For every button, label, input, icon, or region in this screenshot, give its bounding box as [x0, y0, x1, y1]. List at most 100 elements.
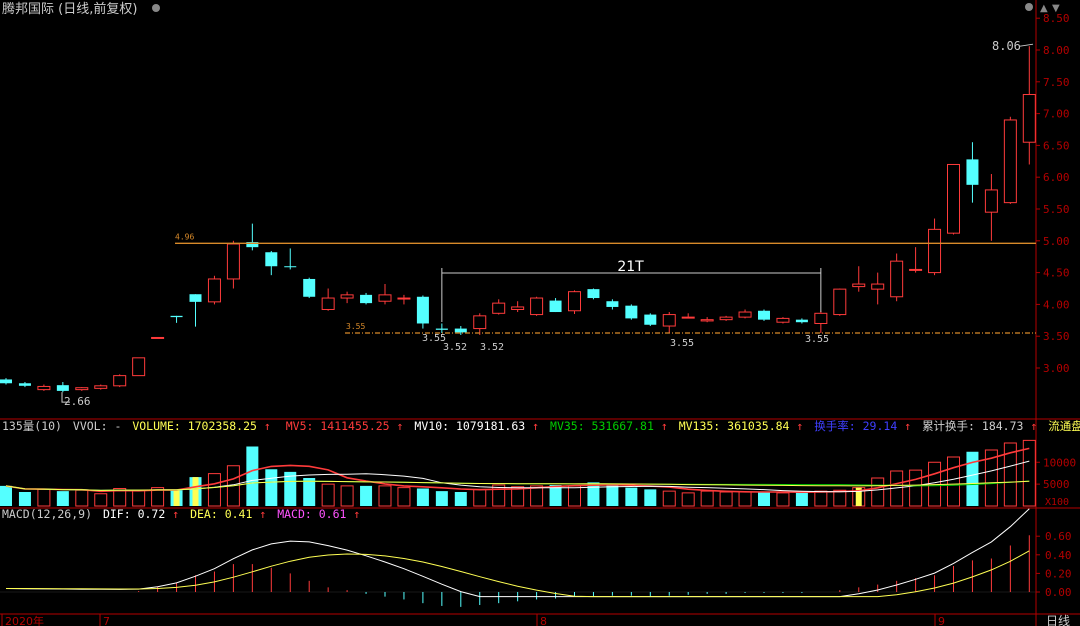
macd-value: MACD: 0.61 [277, 507, 346, 521]
volume-bar-down [795, 492, 808, 506]
candle-body-up [814, 312, 828, 324]
volume-bar-up [321, 483, 335, 507]
max-price-label: 8.06 [992, 39, 1021, 53]
volume-bar-down [625, 487, 638, 506]
macd-axis: 0.00 0.20 0.40 0.60 [1036, 530, 1072, 599]
mv135-value: MV135: 361035.84 [679, 419, 790, 433]
max-price-pointer [1019, 43, 1034, 47]
candle-body-up [75, 387, 89, 391]
volume-bar-up [681, 492, 695, 507]
chart-title: 腾邦国际 (日线,前复权) [2, 1, 137, 17]
candle-body-down [758, 310, 770, 320]
candle-body-up [132, 357, 146, 377]
volume-bar-down [644, 489, 657, 506]
price-tick-label: 3.50 [1043, 330, 1070, 343]
candle-body-down [18, 383, 31, 386]
candle-body-up [151, 336, 165, 339]
volume-bar-up [207, 473, 221, 507]
min-price-label: 2.66 [64, 395, 91, 408]
macd-dea-line [6, 550, 1030, 598]
volume-bar-down [303, 478, 316, 506]
volume-marker-bar [192, 477, 199, 506]
macd-name: MACD(12,26,9) [2, 507, 92, 521]
volume-bar-up [1022, 439, 1036, 507]
up-arrow-icon: ↑ [397, 419, 404, 433]
volume-bar-down [56, 491, 69, 506]
dif-value: DIF: 0.72 [103, 507, 165, 521]
candle-body-down [56, 385, 69, 391]
period-label: 日线 [1046, 614, 1070, 626]
volume-bars [0, 439, 1036, 507]
up-arrow-icon: ↑ [264, 419, 271, 433]
cum-turnover-value: 累计换手: 184.73 [922, 419, 1023, 433]
volume-bar-up [700, 490, 714, 507]
price-tick-label: 6.50 [1043, 139, 1070, 152]
volume-bar-up [662, 490, 676, 507]
volume-tick-label: 10000 [1043, 456, 1076, 469]
mv35-value: MV35: 531667.81 [550, 419, 654, 433]
macd-tick-label: 0.60 [1045, 530, 1072, 543]
up-arrow-icon: ↑ [532, 419, 539, 433]
volume-bar-up [738, 491, 752, 507]
volume-bar-up [947, 456, 960, 507]
volume-bar-up [909, 469, 923, 507]
candle-body-up [226, 243, 240, 280]
candle-body-down [416, 296, 429, 324]
candle-body-down [795, 319, 808, 323]
candle-body-up [890, 260, 904, 298]
candle-body-up [833, 288, 847, 316]
candle-body-up [776, 317, 790, 323]
x-tick-label: 2020年 [5, 614, 44, 626]
volume-bar-down [360, 485, 373, 506]
up-arrow-icon: ↑ [796, 419, 803, 433]
volume-bar-up [776, 492, 790, 507]
price-tick-label: 6.00 [1043, 171, 1070, 184]
x-tick-label: 8 [540, 615, 547, 626]
candle-body-down [360, 294, 373, 304]
volume-bar-up [94, 493, 108, 507]
title-settings-icon[interactable] [152, 4, 160, 12]
price-annotations: 4.963.5521T8.062.663.553.52 3.52 3.55 3.55 [61, 39, 1036, 408]
volume-name: 135量(10) [2, 419, 62, 433]
volume-bar-up [132, 489, 146, 507]
volume-bar-up [473, 488, 487, 507]
volume-bar-up [37, 488, 51, 507]
candle-body-up [1003, 119, 1017, 204]
volume-bar-up [340, 485, 354, 507]
price-tick-label: 4.50 [1043, 267, 1070, 280]
candle-body-down [454, 328, 467, 333]
low-price-label: 3.55 [805, 334, 829, 345]
window-menu-icon[interactable] [1025, 3, 1033, 11]
candle-body-down [549, 300, 562, 313]
candle-body-down [644, 314, 657, 325]
volume-bar-down [454, 492, 467, 506]
candle-body-up [321, 297, 335, 310]
stock-chart: 3.00 3.50 4.00 4.50 5.00 5.50 6.00 6.50 7.00 7.50… [0, 0, 1080, 626]
candle-body-up [37, 385, 51, 391]
macd-tick-label: 0.20 [1045, 567, 1072, 580]
volume-bar-up [719, 491, 733, 507]
candle-body-up [984, 189, 998, 213]
price-tick-label: 4.00 [1043, 298, 1070, 311]
candle-body-up [378, 294, 392, 302]
candle-body-up [700, 319, 714, 322]
candle-body-up [207, 278, 221, 303]
candle-body-up [852, 283, 866, 288]
candle-body-up [511, 306, 525, 310]
candle-body-up [568, 291, 581, 312]
candle-body-up [681, 316, 695, 319]
float-shares-value: 流通盘: 584187328 [1048, 419, 1080, 433]
candle-body-down [284, 266, 297, 268]
low-price-label: 3.55 [670, 338, 694, 349]
candle-body-up [473, 315, 487, 330]
chevron-down-icon[interactable]: ▼ [1052, 3, 1060, 14]
x-axis: 2020年 7 8 9 日线 [1, 614, 1070, 626]
price-tick-label: 5.50 [1043, 203, 1070, 216]
candle-body-down [625, 305, 638, 319]
price-tick-label: 7.00 [1043, 108, 1070, 121]
chevron-up-icon[interactable]: ▲ [1040, 3, 1048, 14]
macd-tick-label: 0.40 [1045, 549, 1072, 562]
macd-header: MACD(12,26,9) DIF: 0.72 ↑ DEA: 0.41 ↑ MA… [2, 507, 360, 521]
volume-bar-down [416, 488, 429, 506]
volume-bar-up [871, 477, 885, 507]
